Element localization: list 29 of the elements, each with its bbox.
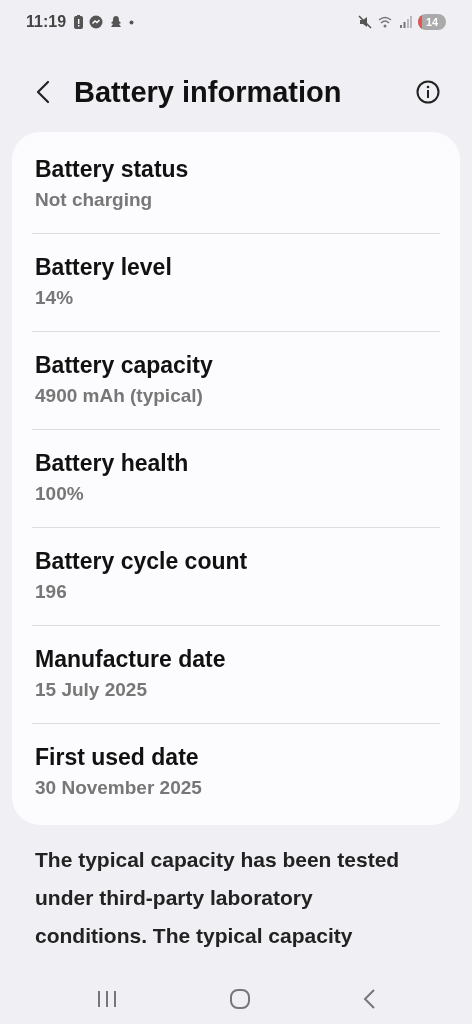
item-value: 30 November 2025 <box>35 776 203 800</box>
item-value: 196 <box>35 580 68 604</box>
signal-icon <box>400 16 412 28</box>
status-time: 11:19 <box>26 13 67 31</box>
dot-icon <box>129 19 135 25</box>
recents-icon[interactable] <box>95 989 118 1009</box>
item-value: Not charging <box>35 188 154 212</box>
item-label: Battery cycle count <box>35 547 249 576</box>
item-label: Manufacture date <box>35 645 227 674</box>
capacity-note: The typical capacity has been tested under third-party laboratory conditions. The typical capacity <box>35 847 401 949</box>
item-label: Battery health <box>35 449 190 478</box>
home-icon[interactable] <box>229 988 251 1010</box>
wifi-icon <box>378 15 394 29</box>
item-label: Battery status <box>35 155 190 184</box>
info-icon[interactable] <box>416 80 440 104</box>
page-title: Battery information <box>74 75 342 109</box>
item-value: 14% <box>35 286 75 310</box>
item-value: 100% <box>35 482 85 506</box>
item-label: First used date <box>35 743 200 772</box>
item-label: Battery capacity <box>35 351 214 380</box>
mute-icon <box>358 15 372 29</box>
back-icon[interactable] <box>36 80 50 104</box>
messenger-icon <box>89 15 104 29</box>
battery-alert-icon <box>74 15 84 29</box>
item-label: Battery level <box>35 253 173 282</box>
battery-indicator: 14 <box>418 14 446 30</box>
item-value: 4900 mAh (typical) <box>35 384 204 408</box>
item-value: 15 July 2025 <box>35 678 148 702</box>
back-nav-icon[interactable] <box>362 988 377 1010</box>
